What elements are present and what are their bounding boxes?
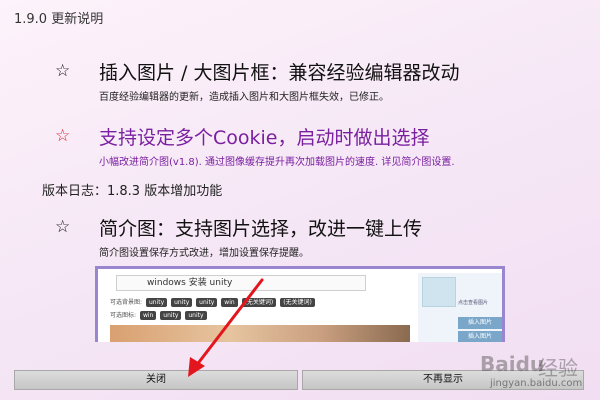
star-red-icon: ☆ xyxy=(55,126,71,146)
star-outline-icon: ☆ xyxy=(55,217,71,237)
feature-heading-3: 简介图：支持图片选择，改进一键上传 xyxy=(99,218,423,240)
preview-icon-label: 可选图标: xyxy=(110,312,137,319)
preview-search-input: windows 安装 unity xyxy=(116,275,366,291)
feature-heading-2: 支持设定多个Cookie，启动时做出选择 xyxy=(99,127,430,149)
preview-thumbnail xyxy=(422,277,456,307)
feature-heading-1: 插入图片 / 大图片框：兼容经验编辑器改动 xyxy=(99,62,460,84)
feature-desc-3: 简介图设置保存方式改进，增加设置保存提醒。 xyxy=(99,248,309,259)
preview-side-panel: 插入图片 插入图片 点击查看图片 xyxy=(418,273,502,342)
preview-insert-button: 插入图片 xyxy=(458,317,502,329)
preview-image xyxy=(110,325,410,342)
dont-show-again-button[interactable]: 不再显示 xyxy=(302,370,584,390)
preview-icon-row: 可选图标: win unity unity xyxy=(110,310,207,320)
preview-bg-row: 可选背景图: unity unity unity win (无关键词) (无关键… xyxy=(110,297,315,307)
preview-chip: unity xyxy=(145,298,168,307)
preview-chip: unity xyxy=(185,311,207,320)
preview-side-caption: 点击查看图片 xyxy=(458,300,489,306)
preview-bg-label: 可选背景图: xyxy=(110,299,143,306)
dialog-title: 1.9.0 更新说明 xyxy=(14,12,104,27)
preview-chip: (无关键词) xyxy=(280,298,315,307)
preview-insert-button: 插入图片 xyxy=(458,331,502,342)
preview-chip: unity xyxy=(160,311,182,320)
feature-desc-1: 百度经验编辑器的更新，造成插入图片和大图片框失效，已修正。 xyxy=(99,92,389,103)
preview-chip: unity xyxy=(196,298,218,307)
star-outline-icon: ☆ xyxy=(55,61,71,81)
close-button[interactable]: 关闭 xyxy=(14,370,298,390)
feature-desc-2: 小幅改进简介图(v1.8). 通过图像缓存提升再次加载图片的速度. 详见简介图设… xyxy=(99,157,455,168)
preview-screenshot: windows 安装 unity 可选背景图: unity unity unit… xyxy=(95,266,505,342)
preview-chip: win xyxy=(221,298,238,307)
changelog-text: 版本日志：1.8.3 版本增加功能 xyxy=(42,184,223,199)
preview-chip: unity xyxy=(171,298,193,307)
preview-chip: win xyxy=(139,311,157,320)
preview-chip: (无关键词) xyxy=(241,298,277,307)
